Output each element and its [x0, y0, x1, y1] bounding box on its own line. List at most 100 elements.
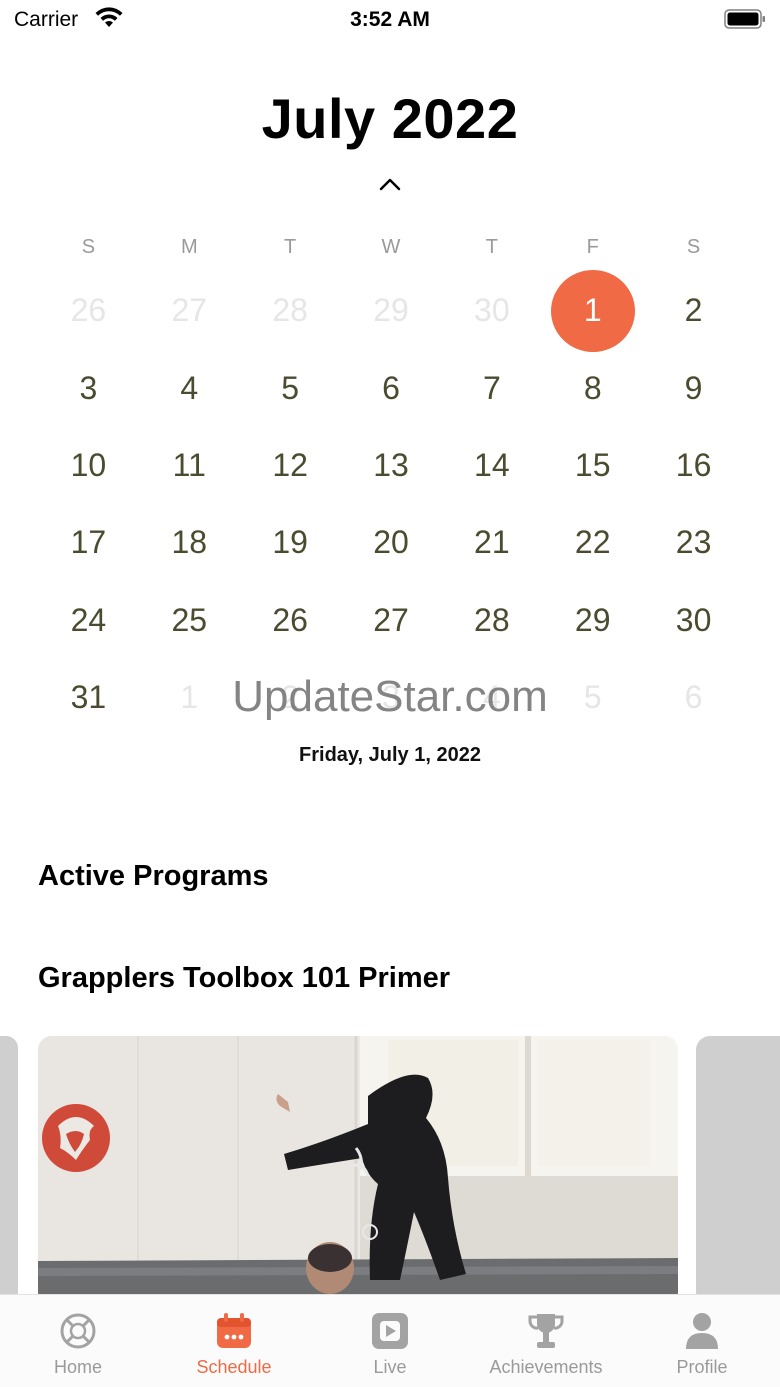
- trophy-icon: [528, 1314, 564, 1348]
- calendar-day[interactable]: 1: [139, 659, 240, 736]
- calendar-day[interactable]: 29: [542, 582, 643, 659]
- program-title: Grapplers Toolbox 101 Primer: [38, 962, 451, 994]
- calendar-day[interactable]: 11: [139, 427, 240, 504]
- tab-label: Live: [373, 1357, 407, 1377]
- calendar-day[interactable]: 4: [441, 659, 542, 736]
- calendar-day-number: 13: [373, 446, 409, 483]
- calendar-day-number: 10: [70, 446, 107, 483]
- calendar-day[interactable]: 27: [341, 582, 442, 659]
- program-card-previous[interactable]: [0, 1036, 18, 1306]
- tab-bar: Home Schedule Live Achievements Profile: [0, 1294, 780, 1387]
- calendar-day-number: 11: [172, 446, 206, 483]
- calendar-day-number: 9: [684, 369, 703, 406]
- calendar-day[interactable]: 13: [341, 427, 442, 504]
- calendar-day-number: 30: [474, 292, 510, 329]
- calendar-day-number: 25: [171, 601, 208, 638]
- program-thumbnail: [38, 1036, 678, 1306]
- calendar-day[interactable]: 10: [38, 427, 139, 504]
- tab-schedule[interactable]: Schedule: [156, 1295, 312, 1387]
- calendar-day-number: 1: [583, 292, 602, 329]
- calendar-day-number: 8: [583, 369, 602, 406]
- weekday-label: S: [81, 236, 96, 258]
- calendar-day[interactable]: 23: [643, 504, 744, 581]
- calendar-day-number: 2: [281, 679, 300, 716]
- calendar-day-number: 23: [675, 524, 712, 561]
- calendar-day[interactable]: 3: [38, 349, 139, 426]
- status-bar: Carrier 3:52 AM: [0, 0, 780, 40]
- calendar-day[interactable]: 30: [643, 582, 744, 659]
- calendar-day-number: 24: [70, 601, 107, 638]
- calendar-day[interactable]: 8: [542, 349, 643, 426]
- tab-label: Profile: [676, 1357, 728, 1377]
- tab-achievements[interactable]: Achievements: [468, 1295, 624, 1387]
- tab-home[interactable]: Home: [0, 1295, 156, 1387]
- weekday-label: W: [381, 236, 401, 258]
- chevron-up-icon[interactable]: [376, 172, 404, 196]
- calendar-day-number: 5: [281, 369, 300, 406]
- calendar-day[interactable]: 12: [240, 427, 341, 504]
- calendar-day-number: 29: [574, 601, 611, 638]
- live-play-icon: [372, 1313, 408, 1349]
- home-icon: [60, 1313, 96, 1349]
- calendar-day-number: 6: [382, 369, 400, 406]
- calendar-day[interactable]: 2: [643, 272, 744, 349]
- calendar-day-number: 1: [180, 679, 199, 716]
- program-card[interactable]: [38, 1036, 678, 1306]
- calendar-day-number: 7: [482, 369, 501, 406]
- weekday-label: M: [180, 236, 198, 258]
- calendar-day[interactable]: 6: [341, 349, 442, 426]
- calendar-day[interactable]: 24: [38, 582, 139, 659]
- calendar-day-number: 3: [79, 369, 98, 406]
- calendar-day[interactable]: 16: [643, 427, 744, 504]
- calendar-day[interactable]: 31: [38, 659, 139, 736]
- calendar-day[interactable]: 14: [441, 427, 542, 504]
- calendar-day[interactable]: 18: [139, 504, 240, 581]
- calendar-day-number: 27: [171, 292, 208, 329]
- calendar-day[interactable]: 2: [240, 659, 341, 736]
- calendar-day[interactable]: 5: [542, 659, 643, 736]
- calendar-day[interactable]: 5: [240, 349, 341, 426]
- battery-icon: [724, 9, 765, 29]
- calendar-day[interactable]: 19: [240, 504, 341, 581]
- calendar-day[interactable]: 27: [139, 272, 240, 349]
- calendar-day[interactable]: 17: [38, 504, 139, 581]
- calendar-day[interactable]: 30: [441, 272, 542, 349]
- tab-label: Schedule: [196, 1357, 272, 1377]
- calendar-day[interactable]: 7: [441, 349, 542, 426]
- calendar-day[interactable]: 29: [341, 272, 442, 349]
- calendar-day[interactable]: 21: [441, 504, 542, 581]
- calendar-day[interactable]: 22: [542, 504, 643, 581]
- weekday-label: S: [686, 236, 701, 258]
- calendar-icon: [217, 1313, 251, 1348]
- tab-profile[interactable]: Profile: [624, 1295, 780, 1387]
- calendar-day[interactable]: 25: [139, 582, 240, 659]
- calendar-day-number: 29: [373, 292, 409, 329]
- calendar-day-number: 5: [583, 679, 602, 716]
- calendar-day[interactable]: 28: [240, 272, 341, 349]
- month-title: July 2022: [261, 87, 519, 150]
- calendar-day-number: 15: [574, 446, 611, 483]
- calendar-day[interactable]: 15: [542, 427, 643, 504]
- calendar-day[interactable]: 20: [341, 504, 442, 581]
- calendar-day[interactable]: 26: [38, 272, 139, 349]
- calendar-day-number: 6: [684, 679, 703, 716]
- calendar-day[interactable]: 9: [643, 349, 744, 426]
- calendar-day[interactable]: 26: [240, 582, 341, 659]
- calendar-day-number: 20: [373, 524, 409, 561]
- calendar-day-number: 3: [382, 679, 400, 716]
- program-card-next[interactable]: [696, 1036, 780, 1306]
- calendar-day-selected[interactable]: 1: [542, 272, 643, 349]
- calendar-day[interactable]: 6: [643, 659, 744, 736]
- tab-live[interactable]: Live: [312, 1295, 468, 1387]
- tab-label: Home: [53, 1357, 102, 1377]
- weekday-header-row: SMTWTFS: [38, 236, 744, 259]
- calendar-day-number: 31: [70, 679, 107, 716]
- calendar-day-number: 19: [272, 524, 308, 561]
- calendar-day-number: 30: [675, 601, 712, 638]
- calendar-day[interactable]: 3: [341, 659, 442, 736]
- calendar-day[interactable]: 4: [139, 349, 240, 426]
- weekday-label: T: [284, 236, 297, 258]
- calendar-day-number: 27: [373, 601, 409, 638]
- calendar-day-number: 2: [684, 292, 703, 329]
- calendar-day[interactable]: 28: [441, 582, 542, 659]
